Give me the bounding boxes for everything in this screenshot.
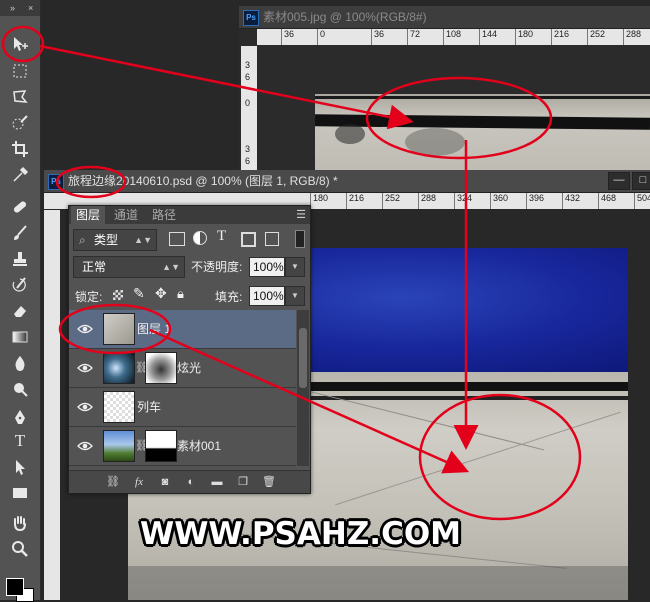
blur-tool-icon[interactable] bbox=[8, 352, 32, 374]
healing-brush-tool-icon[interactable] bbox=[8, 196, 32, 218]
texture-image-back bbox=[315, 94, 650, 176]
layer-row-4[interactable]: ⛓ 素材001 bbox=[69, 427, 296, 466]
visibility-eye-icon[interactable] bbox=[77, 321, 93, 337]
layer-row-1[interactable]: 图层 1 bbox=[69, 310, 296, 349]
scrollbar-thumb[interactable] bbox=[299, 328, 307, 388]
pixel-filter-icon[interactable] bbox=[169, 232, 185, 246]
opacity-slider-toggle[interactable]: ▼ bbox=[285, 257, 305, 277]
filter-toggle-switch[interactable] bbox=[295, 230, 305, 248]
lock-transparent-icon[interactable] bbox=[113, 290, 123, 300]
lock-move-icon[interactable]: ✥ bbox=[155, 285, 167, 302]
visibility-eye-icon[interactable] bbox=[77, 360, 93, 376]
chevron-down-icon: ▲▼ bbox=[162, 262, 180, 272]
photoshop-icon: Ps bbox=[48, 174, 64, 190]
type-tool-icon[interactable]: T bbox=[8, 430, 32, 452]
quick-select-tool-icon[interactable] bbox=[8, 112, 32, 134]
tools-panel-header[interactable]: » × bbox=[0, 0, 40, 16]
document-title-back[interactable]: 素材005.jpg @ 100%(RGB/8#) bbox=[263, 6, 427, 28]
layer-row-3[interactable]: 列车 bbox=[69, 388, 296, 427]
opacity-label: 不透明度: bbox=[191, 260, 243, 274]
horizontal-ruler-back[interactable]: 36 0 36 72 108 144 180 216 252 288 bbox=[257, 29, 650, 45]
visibility-eye-icon[interactable] bbox=[77, 438, 93, 454]
layer-list: 图层 1 ⛓ 炫光 列车 ⛓ 素材001 bbox=[69, 310, 296, 466]
add-mask-icon[interactable]: ◙ bbox=[157, 474, 173, 490]
move-tool-icon[interactable] bbox=[8, 33, 32, 55]
layer-name[interactable]: 素材001 bbox=[177, 427, 221, 465]
lock-paint-icon[interactable]: ✎ bbox=[133, 285, 145, 302]
layer-mask-thumbnail[interactable] bbox=[145, 352, 177, 384]
link-layers-icon[interactable]: ⛓ bbox=[105, 474, 121, 490]
smart-object-filter-icon[interactable] bbox=[265, 232, 279, 246]
layers-panel-footer: ⛓ fx ◙ ◐ ▬ ❐ 🗑︎ bbox=[69, 470, 310, 493]
watermark-text: WWW.PSAHZ.COM bbox=[140, 516, 462, 552]
panel-tabs: 图层 通道 路径 ☰ bbox=[69, 206, 310, 224]
tools-panel: » × T bbox=[0, 0, 41, 602]
vertical-ruler-back[interactable]: 3 6 0 3 6 bbox=[241, 46, 257, 176]
layer-thumbnail bbox=[103, 313, 135, 345]
layer-thumbnail bbox=[103, 352, 135, 384]
type-filter-icon[interactable]: T bbox=[217, 228, 226, 245]
delete-layer-icon[interactable]: 🗑︎ bbox=[261, 474, 277, 490]
dodge-tool-icon[interactable] bbox=[8, 378, 32, 400]
layer-row-2[interactable]: ⛓ 炫光 bbox=[69, 349, 296, 388]
crop-tool-icon[interactable] bbox=[8, 138, 32, 160]
vertical-ruler-front[interactable] bbox=[44, 210, 60, 600]
layer-thumbnail bbox=[103, 430, 135, 462]
clone-stamp-tool-icon[interactable] bbox=[8, 248, 32, 270]
adjustment-layer-icon[interactable]: ◐ bbox=[183, 474, 199, 490]
foreground-color-swatch[interactable] bbox=[6, 578, 24, 596]
eraser-tool-icon[interactable] bbox=[8, 300, 32, 322]
document-tab-back[interactable]: Ps 素材005.jpg @ 100%(RGB/8#) bbox=[239, 6, 650, 29]
hand-tool-icon[interactable] bbox=[8, 512, 32, 534]
layer-mask-thumbnail[interactable] bbox=[145, 430, 177, 462]
fill-label: 填充: bbox=[215, 290, 243, 304]
photoshop-icon: Ps bbox=[243, 10, 259, 26]
document-window-back: Ps 素材005.jpg @ 100%(RGB/8#) 36 0 36 72 1… bbox=[239, 6, 650, 176]
panel-menu-icon[interactable]: ☰ bbox=[296, 208, 306, 221]
path-select-tool-icon[interactable] bbox=[8, 456, 32, 478]
layer-list-scrollbar[interactable] bbox=[297, 310, 309, 466]
chevron-down-icon: ▲▼ bbox=[134, 235, 152, 245]
gradient-tool-icon[interactable] bbox=[8, 326, 32, 348]
minimize-button[interactable]: — bbox=[608, 172, 630, 190]
rectangle-tool-icon[interactable] bbox=[8, 482, 32, 504]
pen-tool-icon[interactable] bbox=[8, 406, 32, 428]
tab-layers[interactable]: 图层 bbox=[71, 206, 106, 224]
eyedropper-tool-icon[interactable] bbox=[8, 164, 32, 186]
new-group-icon[interactable]: ▬ bbox=[209, 474, 225, 490]
tab-channels[interactable]: 通道 bbox=[109, 206, 143, 224]
search-icon: ⌕ bbox=[79, 233, 86, 247]
document-tab-front[interactable]: Ps 旅程边缘20140610.psd @ 100% (图层 1, RGB/8)… bbox=[44, 170, 650, 193]
blend-mode-dropdown[interactable]: 正常 ▲▼ bbox=[73, 256, 185, 278]
new-layer-icon[interactable]: ❐ bbox=[235, 474, 251, 490]
fx-icon[interactable]: fx bbox=[131, 474, 147, 490]
marquee-tool-icon[interactable] bbox=[8, 60, 32, 82]
lasso-tool-icon[interactable] bbox=[8, 86, 32, 108]
visibility-eye-icon[interactable] bbox=[77, 399, 93, 415]
fill-field[interactable]: 100% bbox=[249, 286, 285, 306]
brush-tool-icon[interactable] bbox=[8, 222, 32, 244]
document-title-front[interactable]: 旅程边缘20140610.psd @ 100% (图层 1, RGB/8) * bbox=[68, 170, 338, 192]
collapse-icon[interactable]: » bbox=[10, 0, 15, 16]
lock-all-icon[interactable]: 🔒︎ bbox=[177, 286, 184, 302]
layers-panel: 图层 通道 路径 ☰ ⌕ 类型 ▲▼ T 正常 ▲▼ 不透明度: 100% ▼ … bbox=[68, 205, 311, 494]
lock-label: 锁定: bbox=[75, 290, 103, 304]
layer-name[interactable]: 列车 bbox=[137, 388, 161, 426]
maximize-button[interactable]: □ bbox=[632, 172, 650, 190]
history-brush-tool-icon[interactable] bbox=[8, 274, 32, 296]
layer-name[interactable]: 图层 1 bbox=[137, 310, 171, 348]
layer-thumbnail bbox=[103, 391, 135, 423]
adjustment-filter-icon[interactable] bbox=[193, 231, 207, 245]
zoom-tool-icon[interactable] bbox=[8, 538, 32, 560]
layer-filter-dropdown[interactable]: ⌕ 类型 ▲▼ bbox=[73, 229, 157, 251]
fill-slider-toggle[interactable]: ▼ bbox=[285, 286, 305, 306]
opacity-field[interactable]: 100% bbox=[249, 257, 285, 277]
shape-filter-icon[interactable] bbox=[241, 232, 256, 247]
close-icon[interactable]: × bbox=[28, 0, 33, 16]
layer-name[interactable]: 炫光 bbox=[177, 349, 201, 387]
tab-paths[interactable]: 路径 bbox=[147, 206, 181, 224]
